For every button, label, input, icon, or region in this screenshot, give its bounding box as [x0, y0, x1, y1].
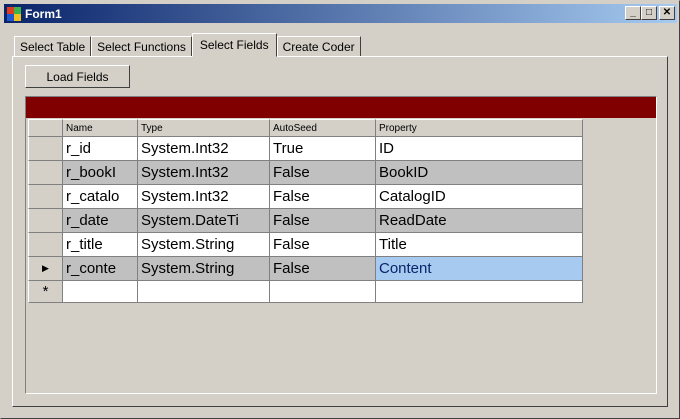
- column-header-name[interactable]: Name: [63, 119, 138, 137]
- row-header[interactable]: [28, 161, 63, 185]
- cell-property[interactable]: ID: [376, 137, 583, 161]
- cell-autoseed[interactable]: True: [270, 137, 376, 161]
- minimize-button[interactable]: _: [625, 6, 641, 20]
- form-window: Form1 _ □ ✕ Select Table Select Function…: [0, 0, 680, 419]
- app-icon: [6, 6, 22, 22]
- cell-autoseed[interactable]: False: [270, 185, 376, 209]
- tab-select-table[interactable]: Select Table: [14, 36, 92, 57]
- cell-autoseed[interactable]: False: [270, 233, 376, 257]
- table-row[interactable]: r_catalo System.Int32 False CatalogID: [28, 185, 583, 209]
- row-header-current[interactable]: ▶: [28, 257, 63, 281]
- tab-select-functions[interactable]: Select Functions: [91, 36, 192, 57]
- title-bar[interactable]: Form1 _ □ ✕: [4, 4, 677, 23]
- new-cell-type[interactable]: [138, 281, 270, 303]
- cell-property[interactable]: ReadDate: [376, 209, 583, 233]
- cell-type[interactable]: System.Int32: [138, 161, 270, 185]
- cell-property-selected[interactable]: Content: [376, 257, 583, 281]
- cell-type[interactable]: System.Int32: [138, 137, 270, 161]
- data-grid[interactable]: Name Type AutoSeed Property r_id System.…: [25, 96, 657, 394]
- maximize-icon: □: [645, 7, 653, 18]
- grid-table: Name Type AutoSeed Property r_id System.…: [28, 119, 583, 303]
- column-header-property[interactable]: Property: [376, 119, 583, 137]
- close-button[interactable]: ✕: [659, 6, 675, 20]
- new-row[interactable]: *: [28, 281, 583, 303]
- new-cell-autoseed[interactable]: [270, 281, 376, 303]
- grid-caption-bar: [26, 97, 656, 118]
- cell-property[interactable]: BookID: [376, 161, 583, 185]
- cell-autoseed[interactable]: False: [270, 209, 376, 233]
- row-header[interactable]: [28, 137, 63, 161]
- cell-name[interactable]: r_bookI: [63, 161, 138, 185]
- cell-name[interactable]: r_id: [63, 137, 138, 161]
- cell-name[interactable]: r_date: [63, 209, 138, 233]
- cell-name[interactable]: r_title: [63, 233, 138, 257]
- table-row[interactable]: r_date System.DateTi False ReadDate: [28, 209, 583, 233]
- column-header-autoseed[interactable]: AutoSeed: [270, 119, 376, 137]
- table-row-current[interactable]: ▶ r_conte System.String False Content: [28, 257, 583, 281]
- cell-name[interactable]: r_conte: [63, 257, 138, 281]
- table-row[interactable]: r_bookI System.Int32 False BookID: [28, 161, 583, 185]
- current-row-arrow-icon: ▶: [42, 263, 49, 273]
- tab-strip: Select Table Select Functions Select Fie…: [14, 33, 361, 57]
- window-controls: _ □ ✕: [625, 6, 675, 20]
- maximize-button[interactable]: □: [641, 6, 657, 20]
- row-header[interactable]: [28, 209, 63, 233]
- new-row-marker-icon: *: [28, 281, 63, 303]
- load-fields-button[interactable]: Load Fields: [25, 65, 130, 88]
- header-row: Name Type AutoSeed Property: [28, 119, 583, 137]
- window-title: Form1: [25, 6, 62, 21]
- table-row[interactable]: r_title System.String False Title: [28, 233, 583, 257]
- row-header[interactable]: [28, 233, 63, 257]
- close-icon: ✕: [662, 7, 672, 18]
- cell-property[interactable]: CatalogID: [376, 185, 583, 209]
- cell-type[interactable]: System.Int32: [138, 185, 270, 209]
- new-cell-property[interactable]: [376, 281, 583, 303]
- cell-type[interactable]: System.String: [138, 233, 270, 257]
- row-header[interactable]: [28, 185, 63, 209]
- cell-type[interactable]: System.DateTi: [138, 209, 270, 233]
- cell-name[interactable]: r_catalo: [63, 185, 138, 209]
- column-header-type[interactable]: Type: [138, 119, 270, 137]
- cell-property[interactable]: Title: [376, 233, 583, 257]
- minimize-icon: _: [630, 7, 636, 18]
- table-row[interactable]: r_id System.Int32 True ID: [28, 137, 583, 161]
- tab-select-fields[interactable]: Select Fields: [191, 33, 277, 57]
- new-cell-name[interactable]: [63, 281, 138, 303]
- cell-autoseed[interactable]: False: [270, 257, 376, 281]
- cell-autoseed[interactable]: False: [270, 161, 376, 185]
- tab-create-coder[interactable]: Create Coder: [276, 36, 361, 57]
- header-corner: [28, 119, 63, 137]
- cell-type[interactable]: System.String: [138, 257, 270, 281]
